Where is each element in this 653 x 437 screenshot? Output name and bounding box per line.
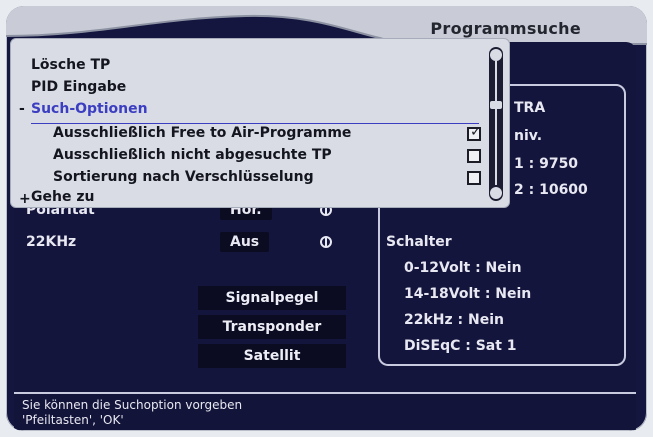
scroll-up-icon[interactable] xyxy=(490,49,502,61)
switch-12v: 0-12Volt : Nein xyxy=(404,260,522,276)
menu-item-search-options-prefix: - xyxy=(19,101,25,117)
page-title: Programmsuche xyxy=(430,19,581,38)
checkbox-free-to-air[interactable]: ✓ xyxy=(467,124,482,141)
checkbox-unsearched-tp[interactable] xyxy=(467,149,481,163)
khz-label: 22KHz xyxy=(26,234,77,250)
satellite-name: TRA xyxy=(514,100,546,116)
hint-line-2: 'Pfeiltasten', 'OK' xyxy=(22,413,124,427)
scroll-down-icon[interactable] xyxy=(490,187,502,199)
menu-item-pid-input[interactable]: PID Eingabe xyxy=(31,79,126,95)
scroll-thumb[interactable] xyxy=(490,101,502,109)
khz-toggle-icon[interactable] xyxy=(320,236,332,248)
lnb-type: niv. xyxy=(514,128,543,144)
selection-underline xyxy=(31,123,479,124)
khz-value[interactable]: Aus xyxy=(220,232,270,252)
menu-item-search-options[interactable]: Such-Optionen xyxy=(31,101,148,117)
switch-label: Schalter xyxy=(386,234,452,250)
checkbox-sort-encryption[interactable] xyxy=(467,171,481,185)
hint-line-1: Sie können die Suchoption vorgeben xyxy=(22,398,243,412)
lof1-value: 1 : 9750 xyxy=(514,156,579,172)
menu-item-delete-tp[interactable]: Lösche TP xyxy=(31,57,110,73)
menu-item-goto[interactable]: Gehe zu xyxy=(31,189,94,205)
option-unsearched-tp[interactable]: Ausschließlich nicht abgesuchte TP xyxy=(53,147,332,163)
transponder-button[interactable]: Transponder xyxy=(198,315,346,339)
popup-scrollbar[interactable] xyxy=(489,47,503,201)
transponder-label: Transponder xyxy=(222,319,322,335)
option-sort-encryption[interactable]: Sortierung nach Verschlüsselung xyxy=(53,169,314,185)
option-free-to-air[interactable]: Ausschließlich Free to Air-Programme xyxy=(53,125,351,141)
checkmark-icon: ✓ xyxy=(470,124,482,140)
scroll-track xyxy=(495,61,497,185)
menu-item-goto-prefix: + xyxy=(19,191,31,207)
signal-level-label: Signalpegel xyxy=(225,290,319,306)
lof2-value: 2 : 10600 xyxy=(514,182,588,198)
satellite-label: Satellit xyxy=(243,348,301,364)
hint-bar: Sie können die Suchoption vorgeben 'Pfei… xyxy=(14,392,636,430)
search-options-popup: Lösche TP PID Eingabe - Such-Optionen Au… xyxy=(10,38,510,208)
switch-18v: 14-18Volt : Nein xyxy=(404,286,532,302)
switch-diseqc: DiSEqC : Sat 1 xyxy=(404,338,517,354)
satellite-button[interactable]: Satellit xyxy=(198,344,346,368)
tv-screen: Programmsuche Polarität Hor. 22KHz Aus S… xyxy=(6,6,647,431)
switch-22khz: 22kHz : Nein xyxy=(404,312,504,328)
signal-level-button[interactable]: Signalpegel xyxy=(198,286,346,310)
